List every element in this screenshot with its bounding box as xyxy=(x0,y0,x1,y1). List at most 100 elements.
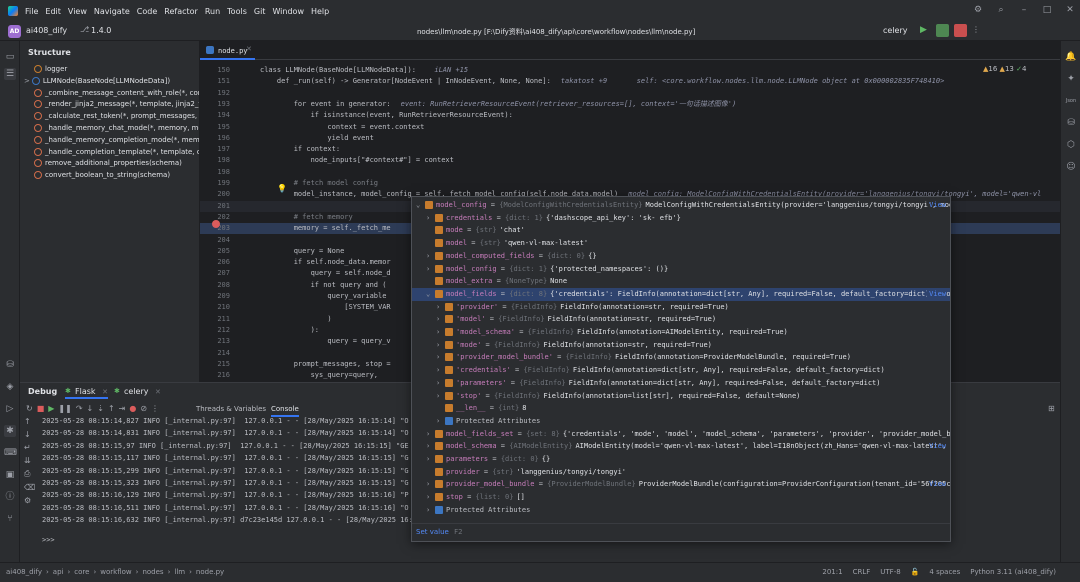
variable-row[interactable]: ›'model' = {FieldInfo} FieldInfo(annotati… xyxy=(412,313,950,326)
variable-row[interactable]: ›'mode' = {FieldInfo} FieldInfo(annotatio… xyxy=(412,339,950,352)
resume-icon[interactable]: ▶ xyxy=(48,404,54,413)
expand-arrow-icon[interactable]: › xyxy=(436,377,445,390)
run-icon[interactable]: ▶ xyxy=(920,25,927,35)
collapse-arrow-icon[interactable]: ⌄ xyxy=(426,288,435,301)
structure-item[interactable]: _handle_memory_completion_mode(*, memory… xyxy=(34,135,199,147)
structure-tool-icon[interactable]: ☰ xyxy=(4,68,16,80)
code-line[interactable]: 150 class LLMNode(BaseNode[LLMNodeData]):… xyxy=(200,65,1060,76)
structure-item[interactable]: remove_additional_properties(schema) xyxy=(34,159,182,170)
collapse-arrow-icon[interactable]: ⌄ xyxy=(416,199,425,212)
close-icon[interactable]: ✕ xyxy=(1064,4,1076,16)
settings-icon[interactable]: ⚙ xyxy=(24,496,38,505)
tab-close-icon[interactable]: ✕ xyxy=(246,45,252,53)
expand-arrow-icon[interactable]: › xyxy=(426,504,435,517)
view-link[interactable]: View xyxy=(927,287,946,301)
breadcrumb-item[interactable]: ai408_dify xyxy=(6,568,42,576)
variable-row[interactable]: ›'provider' = {FieldInfo} FieldInfo(annot… xyxy=(412,301,950,314)
variable-row[interactable]: ›'stop' = {FieldInfo} FieldInfo(annotatio… xyxy=(412,390,950,403)
code-line[interactable]: 193 for event in generator: event: RunRet… xyxy=(200,99,1060,110)
variable-row[interactable]: › model_config = {dict: 1} {'protected_nam… xyxy=(412,263,950,276)
cursor-position[interactable]: 201:1 xyxy=(822,568,842,576)
maximize-icon[interactable]: □ xyxy=(1041,4,1053,16)
layout-icon[interactable]: ⊞ xyxy=(1048,404,1055,413)
expand-arrow-icon[interactable]: › xyxy=(426,428,435,441)
line-separator[interactable]: CRLF xyxy=(853,568,871,576)
more-icon[interactable]: ⋮ xyxy=(972,25,980,34)
code-line[interactable]: 195 context = event.context xyxy=(200,122,1060,133)
stop-icon[interactable] xyxy=(954,24,967,37)
python-packages-icon[interactable]: ◈ xyxy=(4,381,16,393)
breadcrumb-item[interactable]: core xyxy=(74,568,89,576)
variable-row[interactable]: › provider_model_bundle = {ProviderModelB… xyxy=(412,478,950,491)
rerun-debug-icon[interactable] xyxy=(936,24,949,37)
settings-icon[interactable]: ⚙ xyxy=(972,4,984,16)
expand-arrow-icon[interactable]: › xyxy=(426,212,435,225)
intention-bulb-icon[interactable]: 💡 xyxy=(277,184,287,193)
debug-tool-icon[interactable]: ✱ xyxy=(4,425,16,437)
database-icon[interactable]: ⛁ xyxy=(1065,117,1077,129)
variable-row[interactable]: ›'parameters' = {FieldInfo} FieldInfo(ann… xyxy=(412,377,950,390)
tab-celery[interactable]: ✱ celery ✕ xyxy=(114,384,161,399)
menu-view[interactable]: View xyxy=(68,7,87,16)
expand-arrow-icon[interactable]: › xyxy=(436,313,445,326)
expand-arrow-icon[interactable]: › xyxy=(426,491,435,504)
variable-row[interactable]: ⌄ model_config = {ModelConfigWithCredenti… xyxy=(412,199,950,212)
scroll-down-icon[interactable]: ↓ xyxy=(24,430,38,439)
variable-row[interactable]: ›'credentials' = {FieldInfo} FieldInfo(an… xyxy=(412,364,950,377)
variable-row[interactable]: mode = {str}'chat' xyxy=(412,224,950,237)
structure-item[interactable]: _combine_message_content_with_role(*, co… xyxy=(34,88,199,100)
ai-assistant-icon[interactable]: ✦ xyxy=(1065,73,1077,85)
structure-item[interactable]: > LLMNode(BaseNode[LLMNodeData]) xyxy=(24,76,170,88)
copilot-icon[interactable]: ☺ xyxy=(1065,161,1077,173)
step-over-icon[interactable]: ↷ xyxy=(76,404,83,413)
scroll-end-icon[interactable]: ⇊ xyxy=(24,456,38,465)
expand-arrow-icon[interactable]: › xyxy=(436,326,445,339)
structure-item[interactable]: logger xyxy=(34,65,67,76)
variable-row[interactable]: model = {str}'qwen-vl-max-latest' xyxy=(412,237,950,250)
python-console-icon[interactable]: ⌨ xyxy=(4,447,17,459)
variable-row[interactable]: ›'provider_model_bundle' = {FieldInfo} Fi… xyxy=(412,351,950,364)
structure-item[interactable]: _render_jinja2_message(*, template, jinj… xyxy=(34,100,199,111)
console-prompt[interactable]: >>> xyxy=(42,536,55,544)
expand-arrow-icon[interactable]: › xyxy=(426,263,435,276)
minimize-icon[interactable]: – xyxy=(1018,4,1030,16)
variable-row[interactable]: › parameters = {dict: 0}{} xyxy=(412,453,950,466)
clear-icon[interactable]: ⌫ xyxy=(24,483,38,492)
menu-tools[interactable]: Tools xyxy=(227,7,247,16)
plugin-icon[interactable]: ⬡ xyxy=(1065,139,1077,151)
expand-arrow-icon[interactable]: › xyxy=(426,478,435,491)
notifications-icon[interactable]: 🔔 xyxy=(1065,51,1077,63)
variable-row[interactable]: provider = {str}'langgenius/tongyi/tongy… xyxy=(412,466,950,479)
menu-edit[interactable]: Edit xyxy=(45,7,61,16)
view-link[interactable]: View xyxy=(927,478,946,491)
expand-arrow-icon[interactable]: › xyxy=(426,440,435,453)
variable-row[interactable]: › model_schema = {AIModelEntity} AIModelEn… xyxy=(412,440,950,453)
tab-close-icon[interactable]: ✕ xyxy=(155,388,161,396)
expand-arrow-icon[interactable]: › xyxy=(436,301,445,314)
variable-row[interactable]: ⌄ model_fields = {dict: 8} {'credentials':… xyxy=(412,287,950,301)
breadcrumb-item[interactable]: workflow xyxy=(100,568,131,576)
code-line[interactable]: 192 xyxy=(200,88,1060,99)
subtab-threads-variables[interactable]: Threads & Variables xyxy=(196,405,266,413)
indent-setting[interactable]: 4 spaces xyxy=(929,568,960,576)
debug-more-icon[interactable]: ⋮ xyxy=(151,404,159,413)
json-icon[interactable]: Json xyxy=(1065,95,1077,107)
expand-arrow-icon[interactable]: › xyxy=(426,453,435,466)
menu-help[interactable]: Help xyxy=(311,7,329,16)
variable-row[interactable]: › model_computed_fields = {dict: 0}{} xyxy=(412,250,950,263)
tab-node-py[interactable]: node.py ✕ xyxy=(200,41,255,60)
structure-item[interactable]: _handle_completion_template(*, template,… xyxy=(34,147,199,159)
services-tool-icon[interactable]: ⛁ xyxy=(4,359,16,371)
menu-run[interactable]: Run xyxy=(205,7,220,16)
menu-code[interactable]: Code xyxy=(137,7,157,16)
variable-row[interactable]: ›'model_schema' = {FieldInfo} FieldInfo(a… xyxy=(412,326,950,339)
scroll-up-icon[interactable]: ↑ xyxy=(24,417,38,426)
set-value-link[interactable]: Set value xyxy=(416,528,449,536)
variable-row[interactable]: › Protected Attributes xyxy=(412,504,950,517)
run-config-selector[interactable]: celery xyxy=(883,26,908,35)
expand-arrow-icon[interactable]: › xyxy=(436,339,445,352)
expand-arrow-icon[interactable]: › xyxy=(436,351,445,364)
variable-row[interactable]: › model_fields_set = {set: 8} {'credential… xyxy=(412,428,950,441)
structure-item[interactable]: _calculate_rest_token(*, prompt_messages… xyxy=(34,112,199,123)
step-into-my-code-icon[interactable]: ⇣ xyxy=(97,404,104,413)
